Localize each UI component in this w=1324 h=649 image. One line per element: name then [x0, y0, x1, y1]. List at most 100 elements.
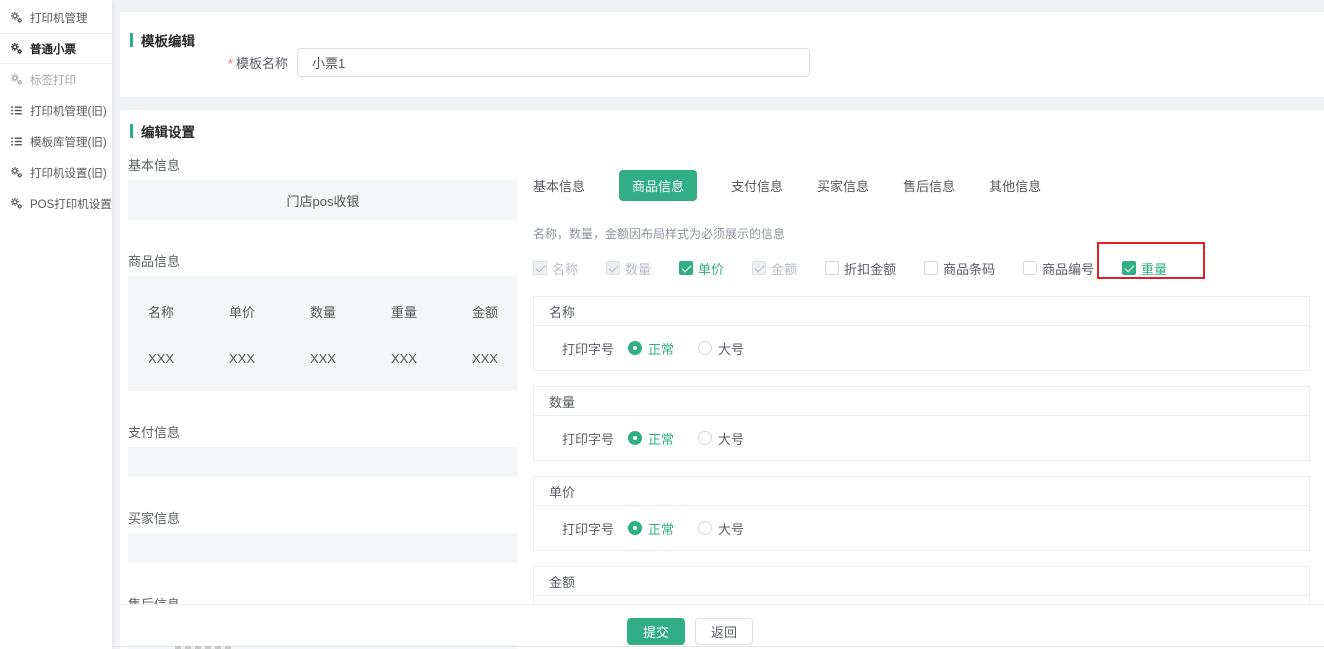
checkbox-label: 折扣金额 [844, 259, 896, 278]
tab-product-info[interactable]: 商品信息 [619, 170, 697, 201]
radio-unit-price-selected[interactable]: 正常 [628, 519, 674, 538]
preview-cell: XXX [310, 351, 336, 366]
bottom-divider [112, 646, 1324, 647]
list-icon [10, 104, 24, 118]
preview-box-buyer-info [128, 533, 518, 563]
preview-section-payment-info: 支付信息 [128, 422, 518, 477]
preview-cell: XXX [472, 351, 498, 366]
cogs-icon [10, 42, 24, 56]
print-font-size-label: 打印字号 [562, 429, 614, 448]
sidebar-item-template-library-old[interactable]: 模板库管理(旧) [0, 126, 112, 157]
back-button[interactable]: 返回 [695, 618, 753, 645]
cogs-icon [10, 73, 24, 87]
list-icon [10, 135, 24, 149]
checkbox-box[interactable] [825, 261, 839, 275]
preview-section-basic-info: 基本信息门店pos收银 [128, 155, 518, 220]
checkbox-discount-amount[interactable]: 折扣金额 [825, 259, 896, 278]
settings-panel: 基本信息 商品信息 支付信息 买家信息 售后信息 其他信息 名称，数量，金额因布局样式为必… [533, 170, 1310, 649]
tab-other-info[interactable]: 其他信息 [989, 170, 1041, 201]
preview-section-product-info: 商品信息名称 单价 数量 重量 金额 XXX XXX XXX XXX XXX [128, 251, 518, 391]
section-title-text: 编辑设置 [141, 121, 195, 141]
radio-circle[interactable] [628, 341, 642, 355]
radio-name-selected[interactable]: 正常 [628, 339, 674, 358]
preview-col-header: 重量 [391, 302, 417, 321]
field-panels: 名称打印字号正常大号数量打印字号正常大号单价打印字号正常大号金额打印字号正常大号 [533, 296, 1310, 641]
preview-section-label: 商品信息 [128, 251, 518, 270]
checkbox-label: 金额 [771, 259, 797, 278]
info-tabs: 基本信息 商品信息 支付信息 买家信息 售后信息 其他信息 [533, 170, 1310, 201]
radio-label: 大号 [718, 429, 744, 448]
checkbox-box[interactable] [1122, 261, 1136, 275]
checkbox-weight-highlighted[interactable]: 重量 [1122, 259, 1167, 278]
radio-circle[interactable] [628, 521, 642, 535]
submit-button[interactable]: 提交 [627, 618, 685, 645]
checkbox-label: 数量 [625, 259, 651, 278]
panel-body: 打印字号正常 大号 [534, 416, 1309, 460]
section-accent-bar [130, 33, 133, 47]
receipt-template-editor-app: 打印机管理普通小票标签打印打印机管理(旧) 模板库管理(旧) 打印机设置(旧) POS… [0, 0, 1324, 649]
panel-title: 数量 [534, 387, 1309, 416]
preview-col-header: 名称 [148, 302, 174, 321]
preview-col-header: 金额 [472, 302, 498, 321]
radio-label: 正常 [648, 339, 674, 358]
checkbox-box[interactable] [1023, 261, 1037, 275]
tab-buyer-info[interactable]: 买家信息 [817, 170, 869, 201]
tab-after-sales-info[interactable]: 售后信息 [903, 170, 955, 201]
checkbox-box[interactable] [752, 261, 766, 275]
checkbox-unit-price[interactable]: 单价 [679, 259, 724, 278]
checkbox-box[interactable] [533, 261, 547, 275]
field-panel-quantity: 数量打印字号正常 大号 [533, 386, 1310, 461]
tab-payment-info[interactable]: 支付信息 [731, 170, 783, 201]
sidebar-item-normal-receipt[interactable]: 普通小票 [0, 33, 112, 64]
template-name-label: *模板名称 [120, 53, 288, 72]
radio-quantity-selected[interactable]: 正常 [628, 429, 674, 448]
radio-label: 大号 [718, 519, 744, 538]
checkbox-label: 商品编号 [1042, 259, 1094, 278]
preview-cell: XXX [148, 351, 174, 366]
radio-quantity-option[interactable]: 大号 [698, 429, 744, 448]
cogs-icon [10, 197, 24, 211]
template-name-input[interactable] [297, 48, 810, 77]
cogs-icon [10, 11, 24, 25]
preview-cell: XXX [391, 351, 417, 366]
radio-unit-price-option[interactable]: 大号 [698, 519, 744, 538]
sidebar-item-label: 普通小票 [30, 41, 76, 57]
checkbox-label: 名称 [552, 259, 578, 278]
tab-basic-info[interactable]: 基本信息 [533, 170, 585, 201]
footer-bar: 提交 返回 [120, 605, 1324, 645]
checkbox-box[interactable] [679, 261, 693, 275]
radio-circle[interactable] [628, 431, 642, 445]
preview-col-header: 单价 [229, 302, 255, 321]
checkbox-product-code[interactable]: 商品编号 [1023, 259, 1094, 278]
preview-cell: XXX [229, 351, 255, 366]
radio-name-option[interactable]: 大号 [698, 339, 744, 358]
radio-circle[interactable] [698, 431, 712, 445]
checkbox-quantity[interactable]: 数量 [606, 259, 651, 278]
radio-circle[interactable] [698, 521, 712, 535]
checkbox-box[interactable] [924, 261, 938, 275]
radio-circle[interactable] [698, 341, 712, 355]
sidebar-item-label: 模板库管理(旧) [30, 134, 107, 150]
checkbox-label: 重量 [1141, 259, 1167, 278]
sidebar-item-printer-management-old[interactable]: 打印机管理(旧) [0, 95, 112, 126]
sidebar-item-label: 打印机设置(旧) [30, 165, 107, 181]
checkbox-amount[interactable]: 金额 [752, 259, 797, 278]
field-checkbox-row: 名称 数量 单价 金额 折扣金额 商品条码 商品编号 重量 [533, 260, 1310, 276]
preview-col-header: 数量 [310, 302, 336, 321]
checkbox-name[interactable]: 名称 [533, 259, 578, 278]
preview-section-buyer-info: 买家信息 [128, 508, 518, 563]
checkbox-box[interactable] [606, 261, 620, 275]
sidebar-item-label-print[interactable]: 标签打印 [0, 64, 112, 95]
preview-section-label: 买家信息 [128, 508, 518, 527]
sidebar-item-printer-settings-old[interactable]: 打印机设置(旧) [0, 157, 112, 188]
sidebar: 打印机管理普通小票标签打印打印机管理(旧) 模板库管理(旧) 打印机设置(旧) POS… [0, 0, 112, 649]
required-fields-note: 名称，数量，金额因布局样式为必须展示的信息 [533, 225, 1310, 242]
checkbox-product-barcode[interactable]: 商品条码 [924, 259, 995, 278]
panel-body: 打印字号正常 大号 [534, 506, 1309, 550]
required-asterisk: * [228, 56, 233, 71]
sidebar-item-printer-management[interactable]: 打印机管理 [0, 2, 112, 33]
print-font-size-label: 打印字号 [562, 519, 614, 538]
sidebar-item-pos-printer-settings[interactable]: POS打印机设置 [0, 188, 112, 219]
cogs-icon [10, 166, 24, 180]
checkbox-label: 单价 [698, 259, 724, 278]
